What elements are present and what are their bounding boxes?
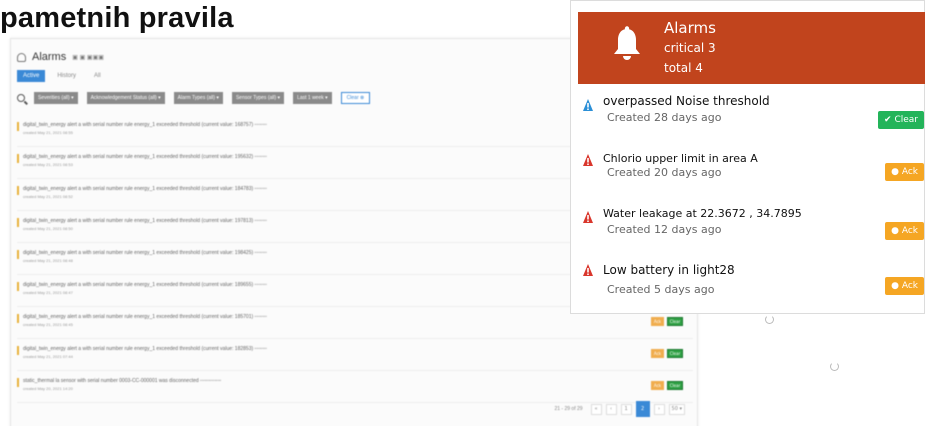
row-actions: Ack Clear bbox=[651, 381, 683, 390]
alarm-title: Water leakage at 22.3672 , 34.7895 bbox=[603, 207, 802, 220]
row-created: created May 21, 2021 08:47 bbox=[23, 290, 73, 295]
page-heading: pametnih pravila bbox=[0, 2, 234, 34]
row-created: created May 20, 2021 14:20 bbox=[23, 386, 73, 391]
alarm-title: overpassed Noise threshold bbox=[603, 94, 770, 108]
page-first-button[interactable]: « bbox=[590, 403, 602, 415]
ack-alarm-button[interactable]: ● Ack bbox=[885, 163, 924, 181]
row-clear-button[interactable]: Clear bbox=[667, 381, 683, 390]
row-created: created May 21, 2021 08:55 bbox=[23, 130, 73, 135]
tab-history[interactable]: History bbox=[51, 70, 82, 82]
tab-active[interactable]: Active bbox=[17, 70, 46, 82]
alarms-filter-bar: Severities (all) ▾ Acknowledgement Statu… bbox=[17, 92, 371, 104]
ack-alarm-button[interactable]: ● Ack bbox=[885, 277, 924, 295]
loading-spinner-icon bbox=[830, 362, 839, 371]
alarm-created: Created 20 days ago bbox=[607, 166, 722, 179]
loading-spinner-icon bbox=[765, 315, 774, 324]
critical-alert-icon bbox=[583, 264, 593, 276]
alarm-title: Chlorio upper limit in area A bbox=[603, 152, 758, 165]
alarm-item: Chlorio upper limit in area A Created 20… bbox=[581, 152, 925, 202]
bell-icon bbox=[614, 26, 640, 60]
filter-acknowledgement[interactable]: Acknowledgement Status (all) ▾ bbox=[86, 92, 165, 104]
total-count: total 4 bbox=[664, 61, 703, 75]
table-row[interactable]: static_thermal la sensor with serial num… bbox=[17, 371, 693, 403]
alarm-created: Created 28 days ago bbox=[607, 111, 722, 124]
page-1-button[interactable]: 1 bbox=[620, 403, 632, 415]
row-message: digital_twin_energy alert a with serial … bbox=[23, 282, 267, 288]
page-next-button[interactable]: › bbox=[653, 403, 665, 415]
tab-all[interactable]: All bbox=[88, 70, 107, 82]
row-message: digital_twin_energy alert a with serial … bbox=[23, 186, 267, 192]
filter-alarm-types[interactable]: Alarm Types (all) ▾ bbox=[173, 92, 223, 104]
row-ack-button[interactable]: Ack bbox=[651, 349, 664, 358]
ack-alarm-button[interactable]: ● Ack bbox=[885, 222, 924, 240]
info-alert-icon bbox=[583, 99, 593, 111]
alarms-list-subtitle: ▣ ▣ ▣▣▣ bbox=[72, 54, 104, 61]
alarm-item: Water leakage at 22.3672 , 34.7895 Creat… bbox=[581, 207, 925, 257]
clear-filters-button[interactable]: Clear ⊗ bbox=[340, 92, 371, 104]
row-created: created May 21, 2021 08:45 bbox=[23, 322, 73, 327]
page-size-select[interactable]: 50 ▾ bbox=[668, 403, 685, 415]
page-prev-button[interactable]: ‹ bbox=[605, 403, 617, 415]
row-created: created May 21, 2021 08:53 bbox=[23, 162, 73, 167]
row-message: digital_twin_energy alert a with serial … bbox=[23, 346, 267, 352]
row-message: static_thermal la sensor with serial num… bbox=[23, 378, 222, 384]
row-created: created May 21, 2021 08:52 bbox=[23, 194, 73, 199]
critical-count: critical 3 bbox=[664, 41, 716, 55]
clear-alarm-button[interactable]: ✔ Clear bbox=[878, 111, 924, 129]
alarms-list-tabs: Active History All bbox=[17, 70, 107, 82]
row-created: created May 21, 2021 08:48 bbox=[23, 258, 73, 263]
filter-sensor-types[interactable]: Sensor Types (all) ▾ bbox=[231, 92, 285, 104]
bell-outline-icon bbox=[17, 52, 26, 62]
alarms-list-title: Alarms bbox=[32, 51, 67, 63]
row-actions: Ack Clear bbox=[651, 317, 683, 326]
filter-time-range[interactable]: Last 1 week ▾ bbox=[293, 92, 332, 104]
pagination: 21 - 29 of 29 « ‹ 1 2 › 50 ▾ bbox=[554, 401, 685, 417]
row-ack-button[interactable]: Ack bbox=[651, 317, 664, 326]
row-clear-button[interactable]: Clear bbox=[667, 349, 683, 358]
alarm-created: Created 12 days ago bbox=[607, 223, 722, 236]
critical-alert-icon bbox=[583, 154, 593, 166]
alarms-list-titlebar: Alarms ▣ ▣ ▣▣▣ bbox=[17, 51, 104, 63]
alarm-item: Low battery in light28 Created 5 days ag… bbox=[581, 263, 925, 313]
row-message: digital_twin_energy alert a with serial … bbox=[23, 122, 267, 128]
row-message: digital_twin_energy alert a with serial … bbox=[23, 314, 267, 320]
row-created: created May 21, 2021 07:44 bbox=[23, 354, 73, 359]
row-actions: Ack Clear bbox=[651, 349, 683, 358]
alarm-created: Created 5 days ago bbox=[607, 283, 715, 296]
alarm-widget-header: Alarms critical 3 total 4 bbox=[578, 12, 925, 84]
row-clear-button[interactable]: Clear bbox=[667, 317, 683, 326]
filter-severities[interactable]: Severities (all) ▾ bbox=[34, 92, 78, 104]
alarm-widget: Alarms critical 3 total 4 overpassed Noi… bbox=[570, 0, 925, 314]
row-ack-button[interactable]: Ack bbox=[651, 381, 664, 390]
alarm-title: Low battery in light28 bbox=[603, 263, 735, 277]
table-row[interactable]: digital_twin_energy alert a with serial … bbox=[17, 339, 693, 371]
search-icon[interactable] bbox=[17, 94, 25, 102]
row-message: digital_twin_energy alert a with serial … bbox=[23, 218, 267, 224]
alarm-item: overpassed Noise threshold Created 28 da… bbox=[581, 94, 925, 144]
row-message: digital_twin_energy alert a with serial … bbox=[23, 250, 267, 256]
critical-alert-icon bbox=[583, 211, 593, 223]
page-2-button[interactable]: 2 bbox=[635, 401, 650, 417]
row-created: created May 21, 2021 08:50 bbox=[23, 226, 73, 231]
alarm-widget-title: Alarms bbox=[664, 19, 716, 37]
row-message: digital_twin_energy alert a with serial … bbox=[23, 154, 267, 160]
pagination-info: 21 - 29 of 29 bbox=[554, 406, 583, 412]
